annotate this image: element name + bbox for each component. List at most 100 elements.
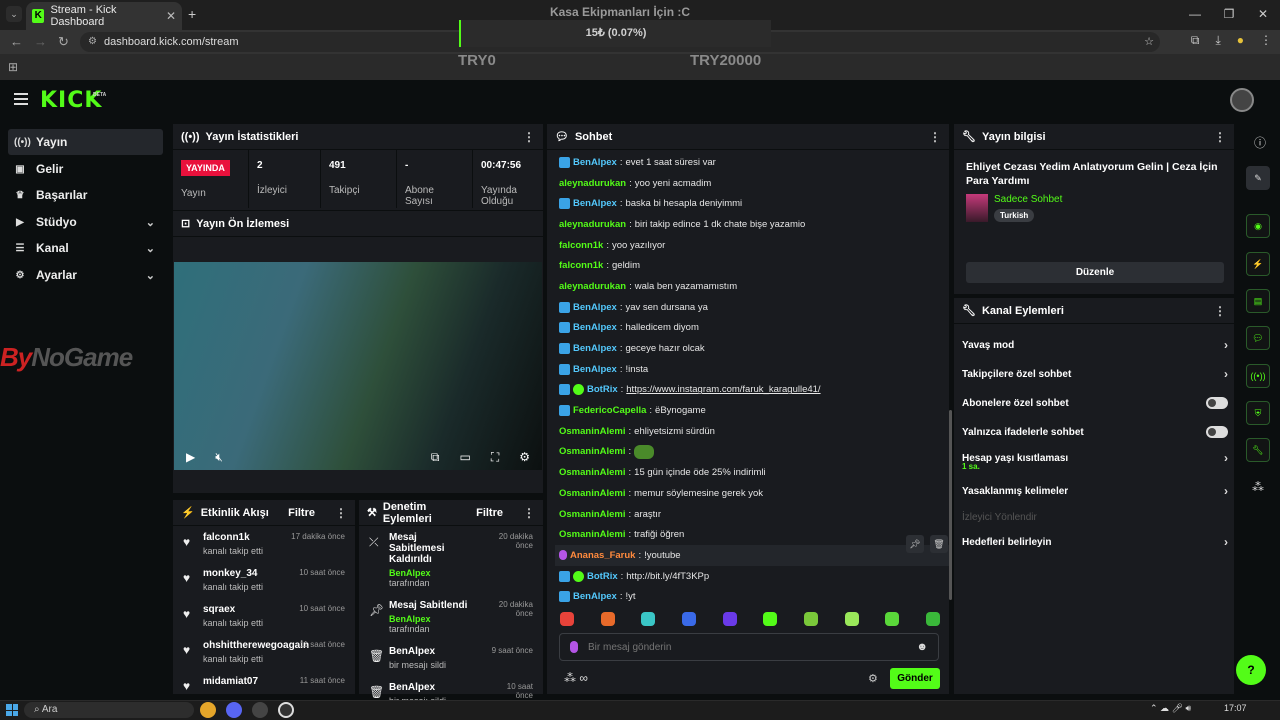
chat-username[interactable]: OsmaninAlemi (559, 488, 626, 499)
system-tray[interactable]: ⌃ ☁ 🎤︎ 🔊︎ (1150, 703, 1191, 714)
chat-username[interactable]: BenAlpex (573, 198, 617, 209)
chat-message[interactable]: OsmaninAlemi:15 gün içinde öde 25% indir… (555, 462, 950, 483)
chat-message[interactable]: OsmaninAlemi: (555, 442, 950, 463)
app-icon[interactable] (252, 702, 268, 718)
chat-message[interactable]: OsmaninAlemi: araştır (555, 504, 950, 525)
chat-message[interactable]: OsmaninAlemi: trafiği öğren (555, 524, 950, 545)
site-info-icon[interactable]: ⚙ (88, 32, 97, 52)
info-menu-icon[interactable]: ⋮ (1214, 130, 1226, 144)
browser-tab-active[interactable]: K Stream - Kick Dashboard ✕ (26, 2, 182, 30)
chevron-down-icon[interactable]: ⌄ (146, 216, 155, 229)
mod-menu-icon[interactable]: ⋮ (523, 506, 535, 520)
emote-icon[interactable] (763, 612, 778, 626)
browser-menu-icon[interactable]: ⋮ (1260, 33, 1272, 48)
send-button[interactable]: Gönder (890, 668, 940, 689)
back-icon[interactable]: ← (10, 34, 23, 49)
chat-username[interactable]: Ananas_Faruk (570, 550, 635, 561)
rail-camera-icon[interactable]: ◉ (1246, 214, 1270, 238)
sidebar-item-3[interactable]: ▶ Stüdyo ⌄ (8, 209, 163, 235)
rail-shield-icon[interactable]: ⛨ (1246, 401, 1270, 425)
chat-username[interactable]: OsmaninAlemi (559, 509, 626, 520)
toggle-switch[interactable] (1206, 397, 1228, 409)
chat-message[interactable]: BenAlpex: halledicem diyom (555, 318, 950, 339)
sidebar-item-5[interactable]: ⚙ Ayarlar ⌄ (8, 262, 163, 288)
chat-footer-icons[interactable]: ⁂ ∞ (564, 671, 588, 685)
activity-filter-button[interactable]: Filtre (288, 507, 315, 519)
chat-username[interactable]: BenAlpex (573, 322, 617, 333)
extension-badge-icon[interactable]: ● (1237, 33, 1244, 48)
toggle-switch[interactable] (1206, 426, 1228, 438)
chat-scrollbar[interactable] (949, 410, 952, 600)
taskbar-search[interactable]: ⌕ Ara (24, 702, 194, 718)
chat-message[interactable]: BenAlpex: !yt (555, 586, 950, 607)
chrome-icon[interactable] (200, 702, 216, 718)
chat-username[interactable]: BotRix (587, 571, 618, 582)
chat-message[interactable]: BotRix: https://www.instagram.com/faruk_k… (555, 380, 950, 401)
activity-user[interactable]: sqraex (203, 604, 263, 615)
actions-menu-icon[interactable]: ⋮ (1214, 304, 1226, 318)
chat-username[interactable]: OsmaninAlemi (559, 446, 626, 457)
chat-message[interactable]: falconn1k: geldim (555, 255, 950, 276)
chevron-down-icon[interactable]: ⌄ (146, 242, 155, 255)
chat-message[interactable]: BenAlpex: baska bi hesapla deniyimmi (555, 193, 950, 214)
delete-icon[interactable]: 🗑︎ (930, 535, 948, 553)
chat-settings-icon[interactable]: ⚙ (868, 672, 878, 685)
stream-video[interactable] (174, 262, 542, 470)
mute-icon[interactable]: 🔇︎ (215, 450, 223, 465)
emote-icon[interactable] (925, 612, 940, 626)
rail-doc-icon[interactable]: ▤ (1246, 289, 1270, 313)
chat-message[interactable]: BotRix: http://bit.ly/4fT3KPp (555, 566, 950, 587)
rail-chat-icon[interactable]: 💬︎ (1246, 326, 1270, 350)
chat-message[interactable]: aleynadurukan: yoo yeni acmadim (555, 173, 950, 194)
theater-icon[interactable]: ▭ (459, 450, 470, 464)
obs-icon[interactable] (278, 702, 294, 718)
activity-user[interactable]: monkey_34 (203, 568, 263, 579)
chat-message[interactable]: Ananas_Faruk: !youtube (555, 545, 950, 566)
chevron-down-icon[interactable]: ⌄ (146, 269, 155, 282)
chat-username[interactable]: aleynadurukan (559, 178, 626, 189)
chat-menu-icon[interactable]: ⋮ (929, 130, 941, 144)
sidebar-item-4[interactable]: ☰ Kanal ⌄ (8, 235, 163, 261)
apps-grid-icon[interactable]: ⊞ (8, 60, 18, 74)
new-tab-icon[interactable]: + (188, 6, 196, 22)
activity-user[interactable]: falconn1k (203, 532, 263, 543)
extensions-icon[interactable]: ⧉ (1191, 33, 1200, 48)
chevron-right-icon[interactable]: › (1224, 451, 1228, 465)
chat-username[interactable]: BenAlpex (573, 343, 617, 354)
chevron-right-icon[interactable]: › (1224, 535, 1228, 549)
download-icon[interactable]: ⤓ (1215, 33, 1220, 48)
activity-menu-icon[interactable]: ⋮ (335, 506, 347, 520)
rail-wrench-icon[interactable]: 🔧︎ (1246, 438, 1270, 462)
emoji-icon[interactable]: ☻ (916, 641, 928, 653)
chat-message[interactable]: BenAlpex: yav sen dursana ya (555, 297, 950, 318)
maximize-icon[interactable]: ❐ (1212, 0, 1246, 30)
emote-icon[interactable] (641, 612, 656, 626)
tab-search-icon[interactable]: ⌄ (6, 6, 22, 22)
minimize-icon[interactable]: — (1178, 0, 1212, 30)
chat-message[interactable]: FedericoCapella: ëBynogame (555, 400, 950, 421)
windows-start-icon[interactable] (6, 704, 18, 716)
chat-username[interactable]: BenAlpex (573, 364, 617, 375)
edit-button[interactable]: Düzenle (966, 262, 1224, 283)
chat-username[interactable]: OsmaninAlemi (559, 467, 626, 478)
chat-username[interactable]: OsmaninAlemi (559, 426, 626, 437)
channel-action-row[interactable]: Yasaklanmış kelimeler › (962, 483, 1228, 499)
pin-icon[interactable]: 📌︎ (906, 535, 924, 553)
chat-username[interactable]: BotRix (587, 384, 618, 395)
sidebar-item-1[interactable]: ▣ Gelir (8, 156, 163, 182)
chat-input[interactable] (588, 641, 907, 653)
channel-action-row[interactable]: Takipçilere özel sohbet › (962, 366, 1228, 382)
mod-actor[interactable]: BenAlpex (389, 568, 431, 578)
chat-username[interactable]: FedericoCapella (573, 405, 646, 416)
rail-coins-icon[interactable]: ⁂ (1252, 480, 1264, 494)
chat-username[interactable]: BenAlpex (573, 157, 617, 168)
chevron-right-icon[interactable]: › (1224, 484, 1228, 498)
chat-username[interactable]: BenAlpex (573, 302, 617, 313)
chat-message[interactable]: OsmaninAlemi: memur söylemesine gerek yok (555, 483, 950, 504)
rail-bolt-icon[interactable]: ⚡ (1246, 252, 1270, 276)
chat-message[interactable]: aleynadurukan: wala ben yazamamıstım (555, 276, 950, 297)
chat-username[interactable]: falconn1k (559, 260, 603, 271)
chat-message[interactable]: BenAlpex: geceye hazır olcak (555, 338, 950, 359)
chat-message[interactable]: falconn1k: yoo yazılıyor (555, 235, 950, 256)
chat-username[interactable]: BenAlpex (573, 591, 617, 602)
